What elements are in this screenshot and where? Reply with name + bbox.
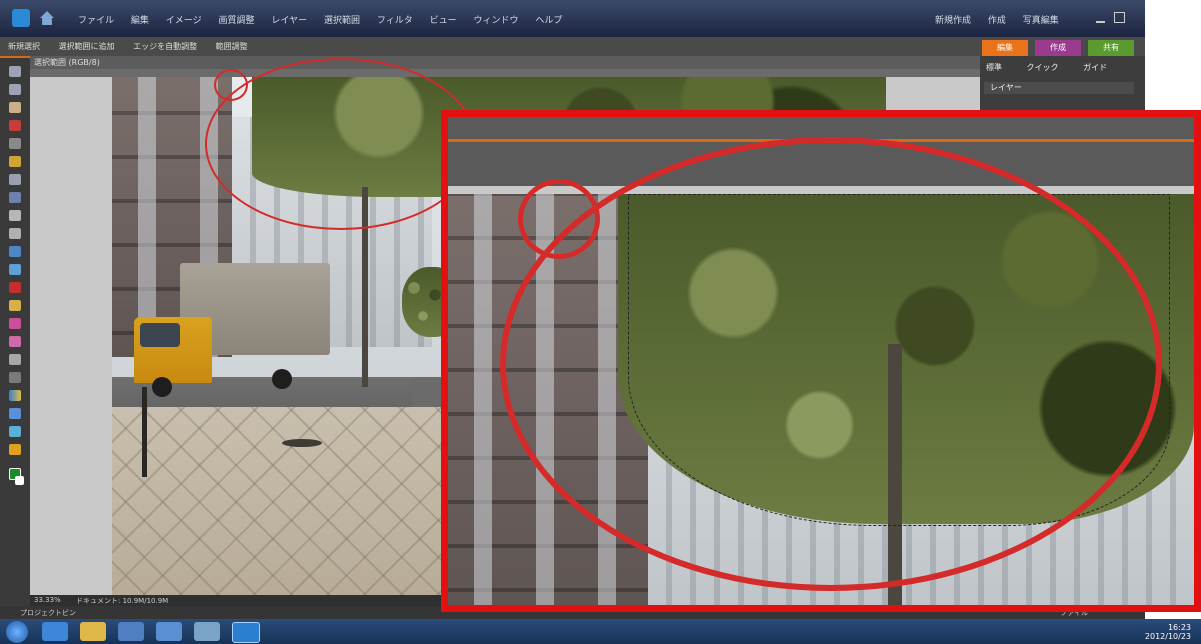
menu-select[interactable]: 選択範囲 — [324, 13, 360, 26]
mode-guided[interactable]: ガイド — [1083, 63, 1107, 72]
menu-photo-edit[interactable]: 写真編集 — [1023, 13, 1059, 26]
gradient-tool-icon[interactable] — [9, 390, 21, 401]
photo-tree-trunk — [362, 187, 368, 387]
tab-create[interactable]: 作成 — [1035, 40, 1081, 56]
start-button[interactable] — [6, 621, 28, 643]
media-icon[interactable] — [118, 622, 144, 641]
option-refine-edge[interactable]: 範囲調整 — [216, 42, 248, 51]
paint-bucket-tool-icon[interactable] — [9, 372, 21, 383]
straighten-tool-icon[interactable] — [9, 264, 21, 275]
photos-icon[interactable] — [156, 622, 182, 641]
zoom-tool-icon[interactable] — [9, 84, 21, 95]
mode-row: 標準 クイック ガイド — [986, 62, 1107, 73]
minimize-icon[interactable] — [1096, 21, 1105, 23]
window-controls — [1096, 12, 1125, 26]
inset-chrome-bar — [448, 142, 1194, 186]
menu-edit[interactable]: 編集 — [131, 13, 149, 26]
type-tool-icon[interactable] — [9, 210, 21, 221]
inset-chrome-top — [448, 117, 1194, 142]
cookie-cutter-tool-icon[interactable] — [9, 246, 21, 257]
mode-standard[interactable]: 標準 — [986, 63, 1002, 72]
menu-window[interactable]: ウィンドウ — [473, 13, 518, 26]
option-auto-enhance[interactable]: エッジを自動調整 — [133, 42, 197, 51]
ie-icon[interactable] — [42, 622, 68, 641]
photo-manhole — [282, 439, 322, 447]
layers-section-header[interactable]: レイヤー — [984, 82, 1134, 94]
option-new-selection[interactable]: 新規選択 — [8, 42, 40, 51]
photoshop-elements-taskbar-icon[interactable] — [232, 622, 260, 643]
menu-image[interactable]: イメージ — [166, 13, 202, 26]
hand-tool-icon[interactable] — [9, 102, 21, 113]
eraser-tool-icon[interactable] — [9, 336, 21, 347]
explorer-icon[interactable] — [80, 622, 106, 641]
menu-layer[interactable]: レイヤー — [271, 13, 307, 26]
toolbox — [0, 58, 30, 613]
zoom-level[interactable]: 33.33% — [34, 596, 61, 604]
menu-help[interactable]: ヘルプ — [535, 13, 562, 26]
pencil-tool-icon[interactable] — [9, 354, 21, 365]
menu-bar: ファイル 編集 イメージ 画質調整 レイヤー 選択範囲 フィルタ ビュー ウィン… — [0, 0, 1145, 37]
menu-create[interactable]: 作成 — [988, 13, 1006, 26]
photo-pole — [142, 387, 147, 477]
inset-tree-canopy — [618, 194, 1194, 524]
tab-share[interactable]: 共有 — [1088, 40, 1134, 56]
close-icon[interactable] — [1113, 12, 1125, 23]
inset-tree-trunk — [888, 344, 902, 605]
app-logo-icon[interactable] — [12, 9, 30, 27]
menu-view[interactable]: ビュー — [430, 13, 457, 26]
mode-quick[interactable]: クイック — [1027, 63, 1059, 72]
shape-tool-icon[interactable] — [9, 408, 21, 419]
menu-filter[interactable]: フィルタ — [377, 13, 413, 26]
options-items: 新規選択 選択範囲に追加 エッジを自動調整 範囲調整 — [8, 41, 248, 52]
tab-edit[interactable]: 編集 — [982, 40, 1028, 56]
menu-right: 新規作成 作成 写真編集 — [935, 13, 1073, 26]
document-title: 選択範囲 (RGB/8) — [34, 58, 100, 67]
option-add-selection[interactable]: 選択範囲に追加 — [59, 42, 115, 51]
sponge-tool-icon[interactable] — [9, 444, 21, 455]
menu-new[interactable]: 新規作成 — [935, 13, 971, 26]
move-tool-icon[interactable] — [9, 66, 21, 77]
clock-date: 2012/10/23 — [1144, 632, 1191, 641]
lasso-tool-icon[interactable] — [9, 156, 21, 167]
inset-canvas — [448, 186, 1194, 194]
home-icon[interactable] — [40, 11, 54, 25]
red-eye-tool-icon[interactable] — [9, 282, 21, 293]
clock-time: 16:23 — [1167, 623, 1191, 632]
photo-truck-wheel-front — [152, 377, 172, 397]
blur-tool-icon[interactable] — [9, 426, 21, 437]
menu-file[interactable]: ファイル — [78, 13, 114, 26]
healing-tool-icon[interactable] — [9, 300, 21, 311]
photo-truck-windshield — [140, 323, 180, 347]
clone-stamp-tool-icon[interactable] — [9, 318, 21, 329]
background-color-swatch[interactable] — [15, 476, 24, 485]
menu-items: ファイル 編集 イメージ 画質調整 レイヤー 選択範囲 フィルタ ビュー ウィン… — [78, 13, 576, 26]
zoom-inset-content — [448, 117, 1194, 605]
system-clock[interactable]: 16:23 2012/10/23 — [1145, 623, 1191, 641]
document-tab[interactable]: 選択範囲 (RGB/8) — [30, 56, 980, 69]
app-icon[interactable] — [194, 622, 220, 641]
document-info: ドキュメント: 10.9M/10.9M — [76, 597, 169, 605]
taskbar: 16:23 2012/10/23 — [0, 619, 1201, 644]
inset-photo — [448, 194, 1194, 605]
eyedropper-tool-icon[interactable] — [9, 120, 21, 131]
photo-truck-wheel-rear — [272, 369, 292, 389]
quick-select-tool-icon[interactable] — [9, 174, 21, 185]
brush-select-tool-icon[interactable] — [9, 192, 21, 203]
menu-enhance[interactable]: 画質調整 — [218, 13, 254, 26]
layers-section-title: レイヤー — [990, 83, 1022, 92]
canvas-left-margin — [30, 77, 112, 597]
options-bar: 新規選択 選択範囲に追加 エッジを自動調整 範囲調整 — [0, 37, 1145, 58]
zoom-inset — [441, 110, 1201, 612]
project-bin-label[interactable]: プロジェクトビン — [20, 608, 76, 618]
crop-tool-icon[interactable] — [9, 228, 21, 239]
marquee-tool-icon[interactable] — [9, 138, 21, 149]
